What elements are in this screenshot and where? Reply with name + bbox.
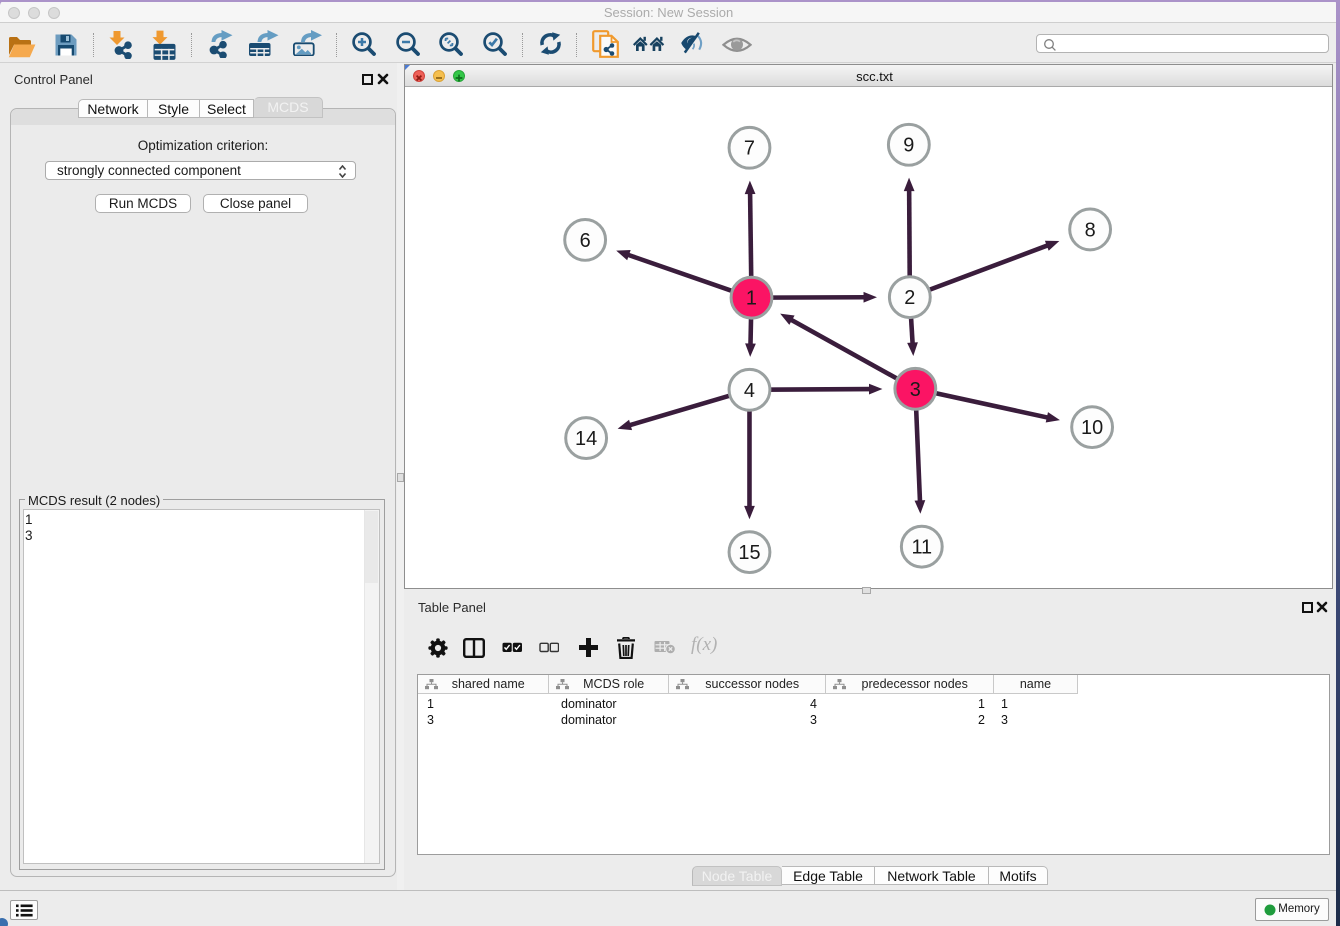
svg-text:11: 11: [911, 537, 932, 559]
svg-text:4: 4: [744, 380, 755, 402]
svg-text:7: 7: [744, 138, 755, 160]
svg-text:8: 8: [1085, 219, 1096, 241]
svg-text:3: 3: [910, 379, 921, 401]
svg-text:6: 6: [580, 230, 591, 252]
svg-text:2: 2: [904, 287, 915, 309]
svg-text:1: 1: [746, 288, 757, 310]
svg-text:14: 14: [575, 428, 597, 450]
svg-text:10: 10: [1081, 417, 1103, 439]
svg-text:9: 9: [903, 135, 914, 157]
svg-text:15: 15: [738, 542, 760, 564]
